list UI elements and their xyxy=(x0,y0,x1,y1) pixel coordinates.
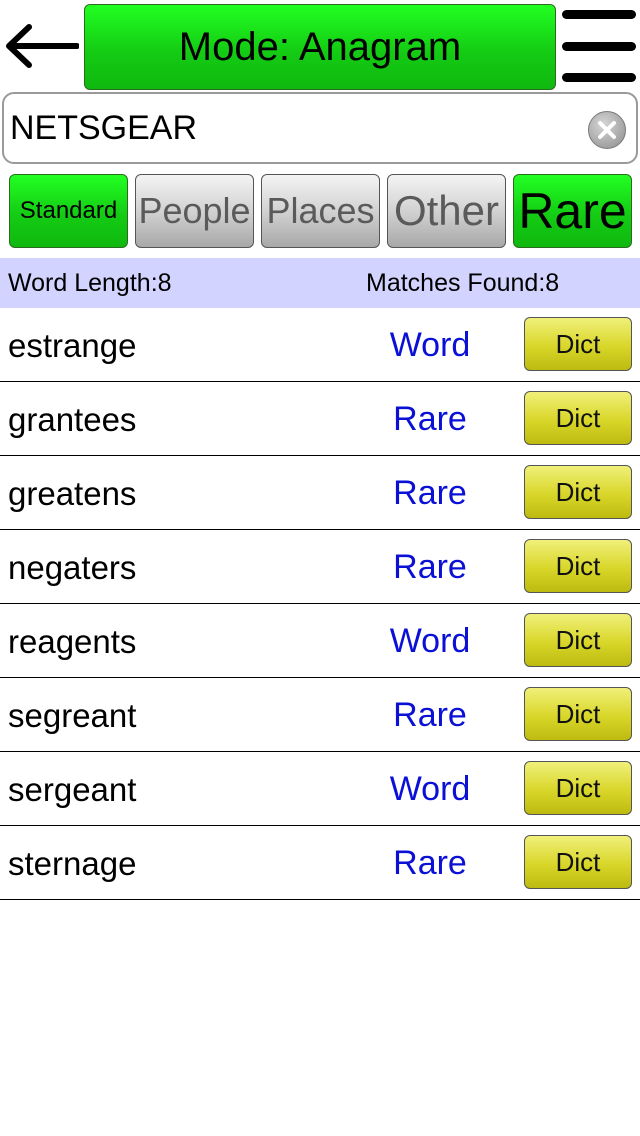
result-type[interactable]: Rare xyxy=(350,844,510,883)
clear-button[interactable] xyxy=(588,111,626,149)
dict-button[interactable]: Dict xyxy=(524,317,632,371)
result-word: reagents xyxy=(8,623,137,660)
filter-rare-button[interactable]: Rare xyxy=(513,174,632,248)
filter-other-label: Other xyxy=(393,187,500,234)
filter-rare-label: Rare xyxy=(518,183,627,239)
result-row: sternage Rare Dict xyxy=(0,826,640,900)
mode-label: Mode: Anagram xyxy=(178,24,462,69)
result-word: sternage xyxy=(8,845,137,882)
dict-button[interactable]: Dict xyxy=(524,761,632,815)
dict-button[interactable]: Dict xyxy=(524,391,632,445)
dict-button[interactable]: Dict xyxy=(524,465,632,519)
menu-button[interactable] xyxy=(560,10,638,82)
filter-bar: Standard People Places Other Rare xyxy=(0,174,640,250)
result-type[interactable]: Rare xyxy=(350,400,510,439)
result-word: negaters xyxy=(8,549,137,586)
filter-standard-label: Standard xyxy=(19,197,118,224)
result-row: negaters Rare Dict xyxy=(0,530,640,604)
result-row: segreant Rare Dict xyxy=(0,678,640,752)
filter-standard-button[interactable]: Standard xyxy=(9,174,128,248)
hamburger-menu-icon-bar xyxy=(562,73,636,82)
filter-people-label: People xyxy=(138,190,251,231)
dict-button[interactable]: Dict xyxy=(524,613,632,667)
matches-found-label: Matches Found:8 xyxy=(366,269,560,297)
result-word: estrange xyxy=(8,327,137,364)
search-input[interactable] xyxy=(10,94,570,162)
result-word: greatens xyxy=(8,475,137,512)
dict-button[interactable]: Dict xyxy=(524,835,632,889)
result-row: grantees Rare Dict xyxy=(0,382,640,456)
hamburger-menu-icon xyxy=(562,10,636,19)
result-word: grantees xyxy=(8,401,137,438)
result-type[interactable]: Rare xyxy=(350,474,510,513)
search-field xyxy=(2,92,638,164)
word-length-label: Word Length:8 xyxy=(8,269,172,297)
filter-places-label: Places xyxy=(266,190,375,231)
hamburger-menu-icon-bar xyxy=(562,41,636,51)
mode-button[interactable]: Mode: Anagram xyxy=(84,4,556,90)
filter-places-button[interactable]: Places xyxy=(261,174,380,248)
result-type[interactable]: Word xyxy=(350,326,510,365)
result-row: estrange Word Dict xyxy=(0,308,640,382)
result-type[interactable]: Rare xyxy=(350,548,510,587)
results-list: estrange Word Dict grantees Rare Dict gr… xyxy=(0,308,640,900)
info-bar: Word Length:8 Matches Found:8 xyxy=(0,258,640,308)
result-type[interactable]: Rare xyxy=(350,696,510,735)
result-word: segreant xyxy=(8,697,137,734)
result-row: greatens Rare Dict xyxy=(0,456,640,530)
result-row: sergeant Word Dict xyxy=(0,752,640,826)
result-row: reagents Word Dict xyxy=(0,604,640,678)
clear-icon xyxy=(598,121,616,139)
left-arrow-icon xyxy=(6,24,79,68)
dict-button[interactable]: Dict xyxy=(524,539,632,593)
result-type[interactable]: Word xyxy=(350,770,510,809)
result-word: sergeant xyxy=(8,771,137,808)
filter-people-button[interactable]: People xyxy=(135,174,254,248)
dict-button[interactable]: Dict xyxy=(524,687,632,741)
filter-other-button[interactable]: Other xyxy=(387,174,506,248)
result-type[interactable]: Word xyxy=(350,622,510,661)
back-button[interactable] xyxy=(0,0,82,92)
